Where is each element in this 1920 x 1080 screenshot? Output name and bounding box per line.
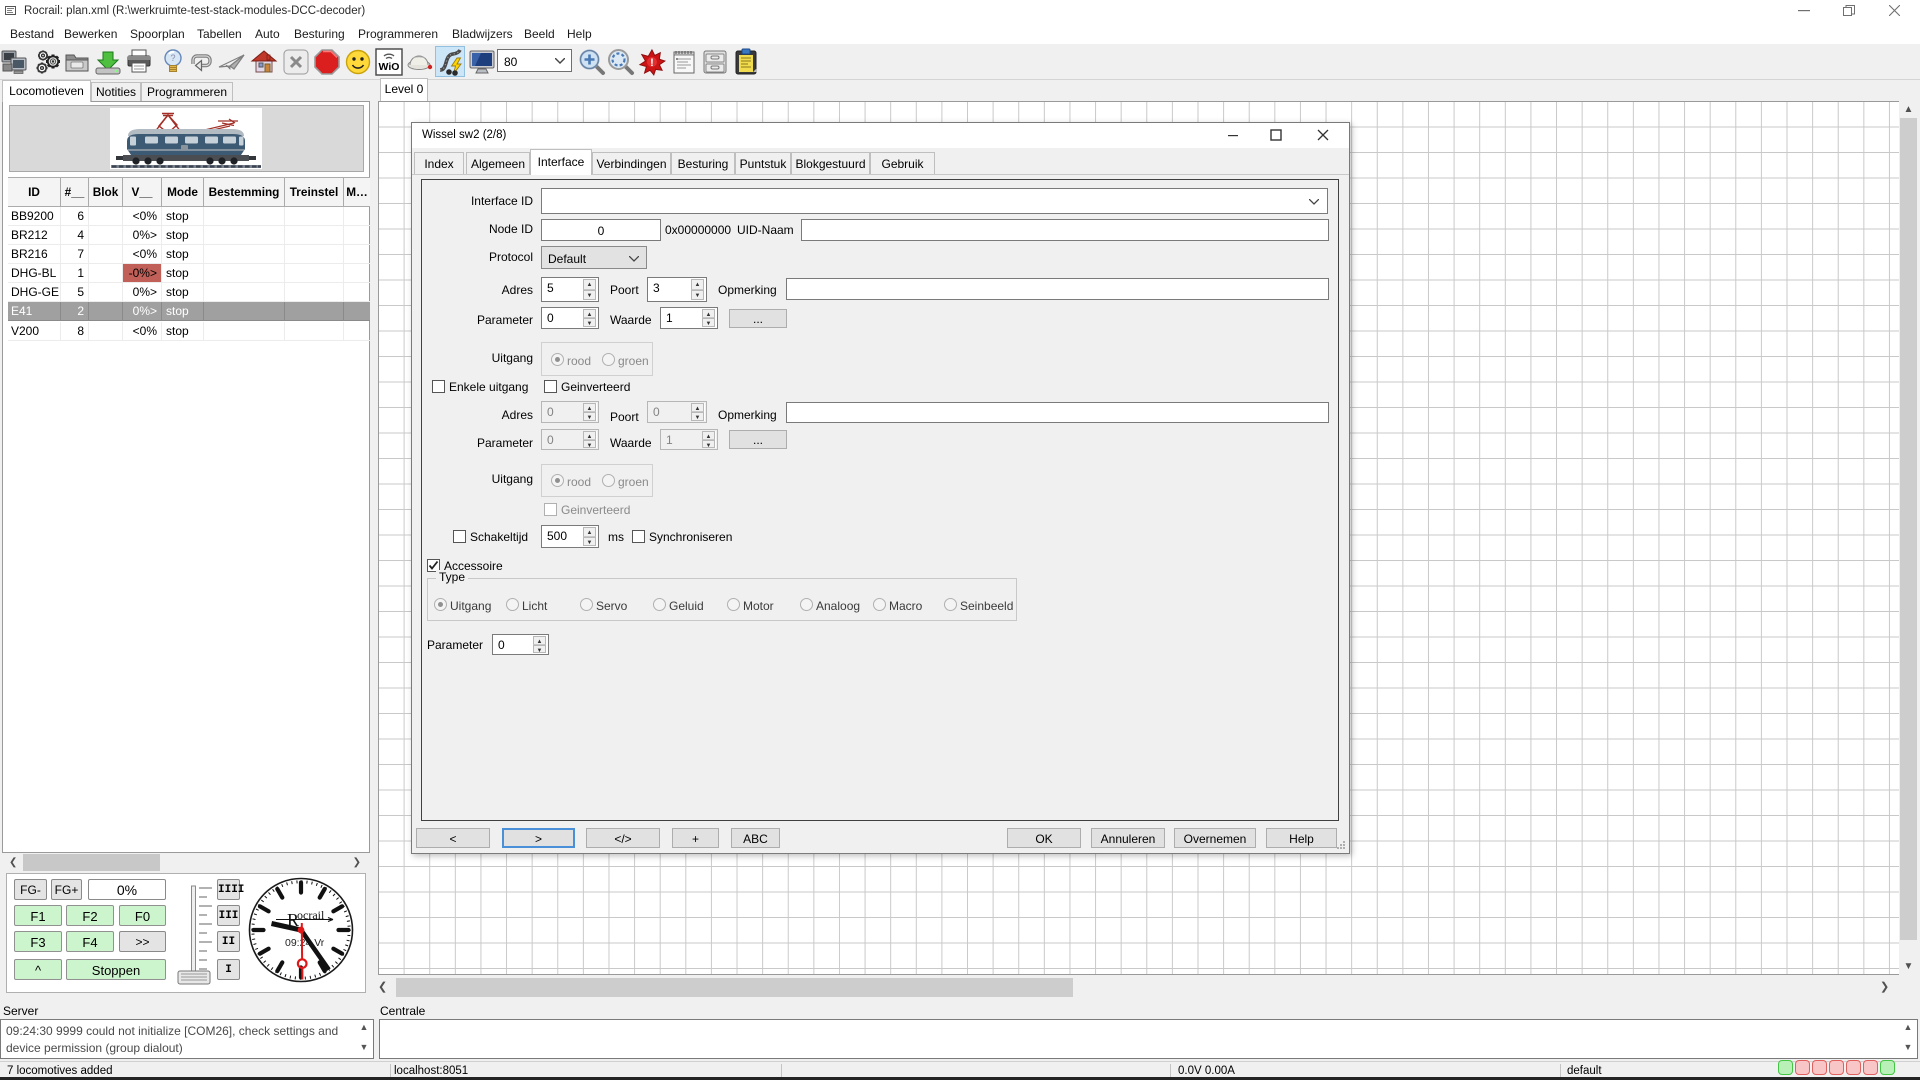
svg-text:WiO: WiO [379, 61, 400, 73]
svg-text:!: ! [650, 57, 654, 69]
svg-text:?: ? [170, 53, 175, 63]
